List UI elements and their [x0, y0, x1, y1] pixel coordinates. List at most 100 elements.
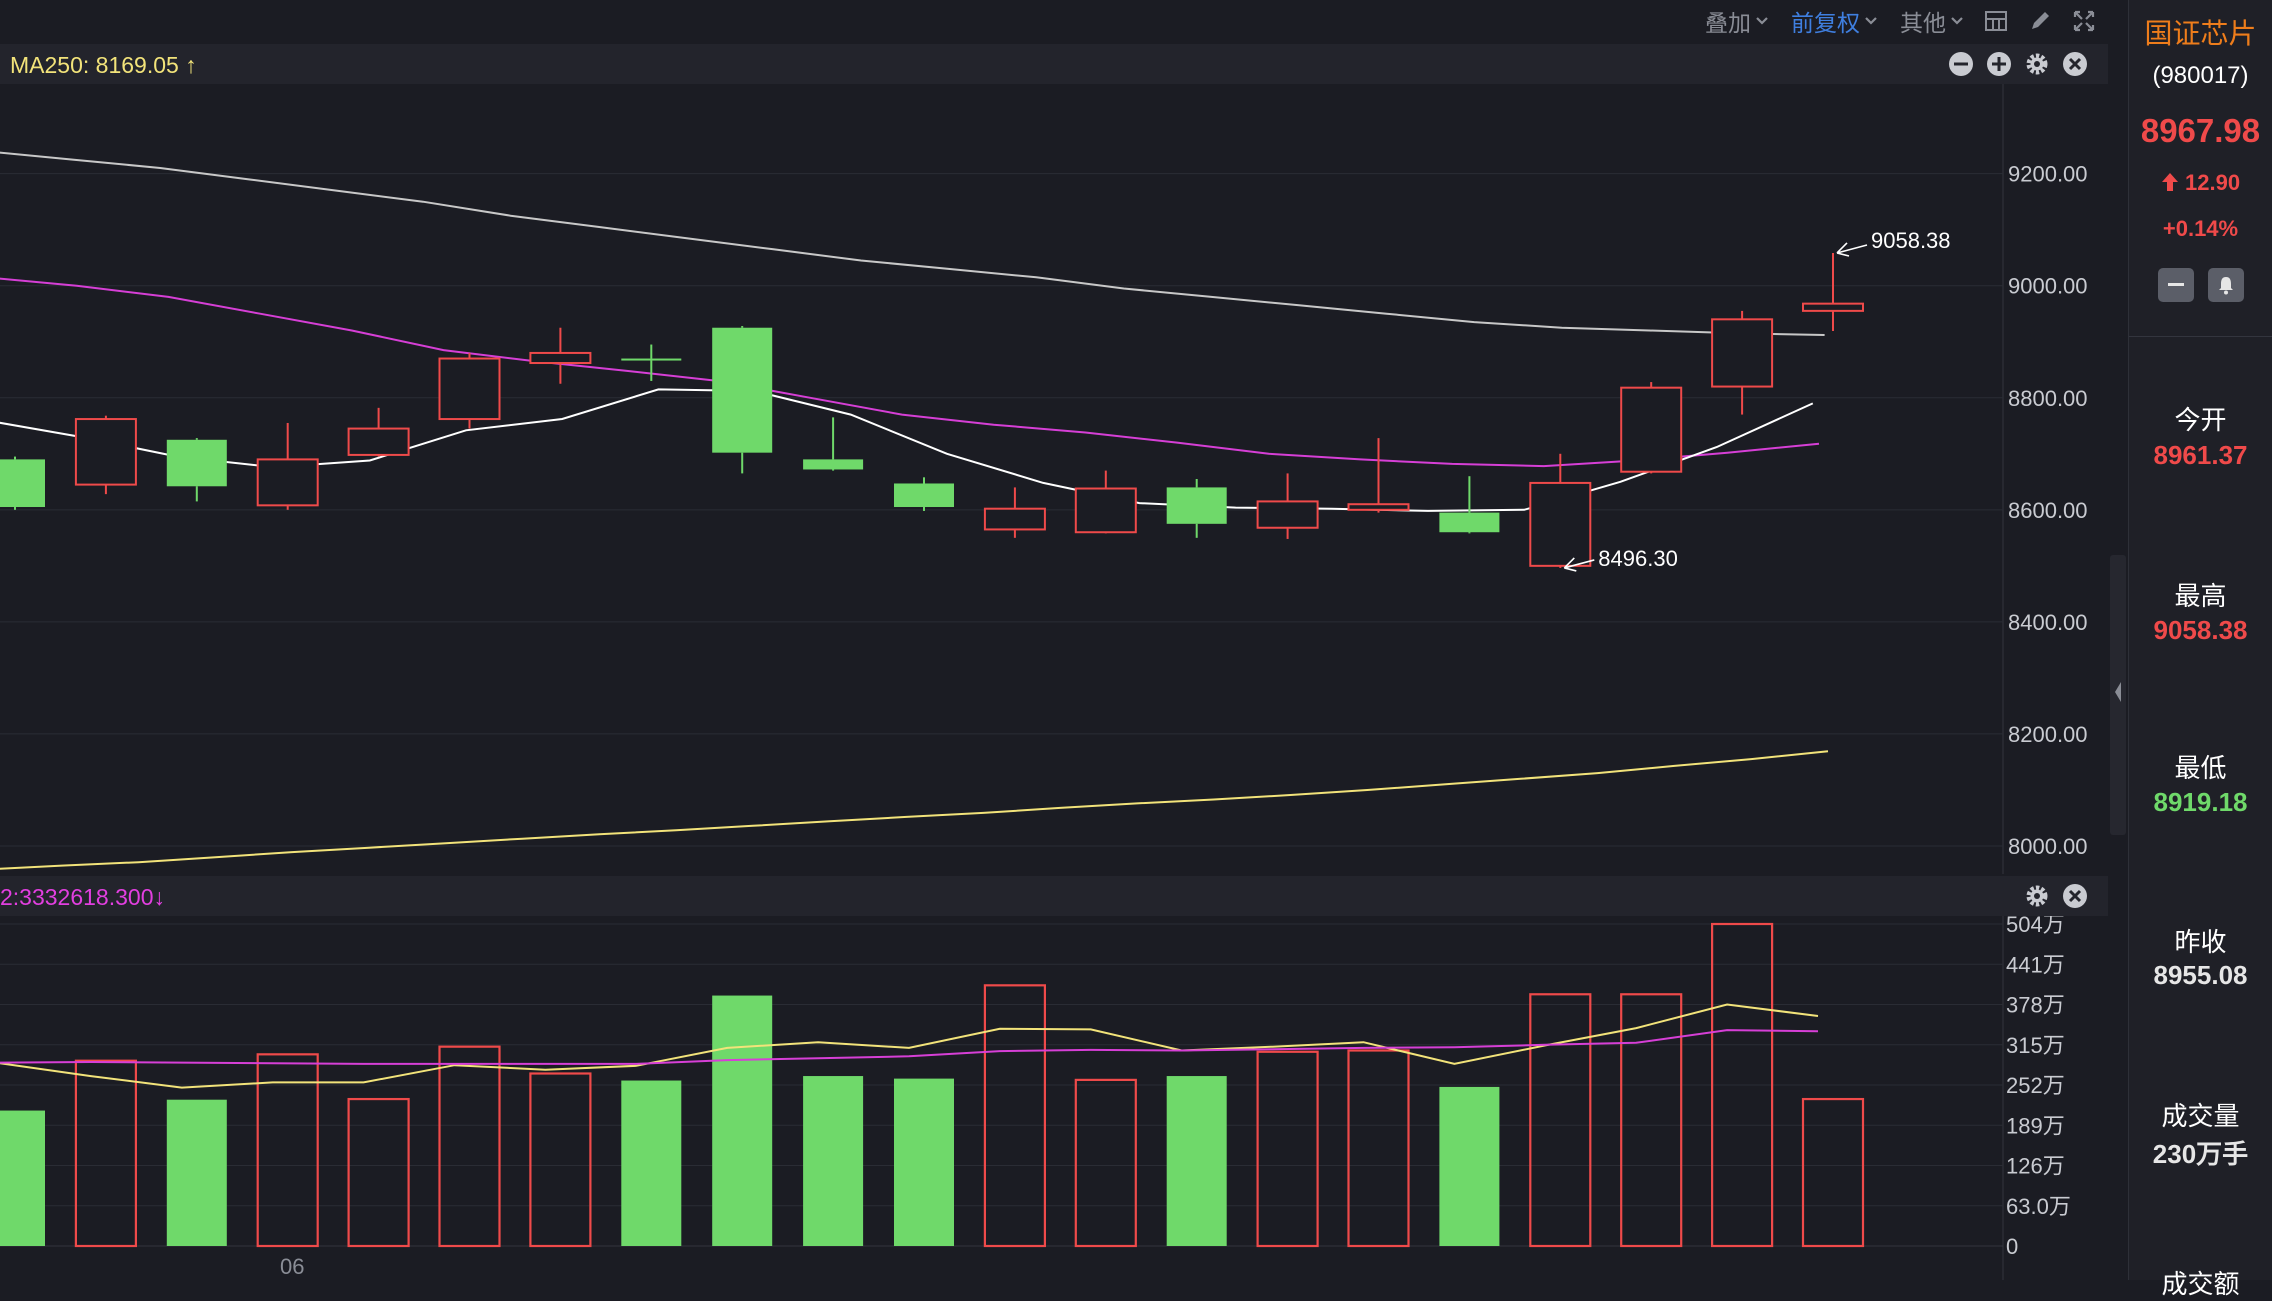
candle-body-up: [1347, 503, 1410, 511]
overlay-label: 叠加: [1705, 10, 1751, 36]
volume-bar-down: [894, 1078, 954, 1246]
volume-bar-down: [166, 1099, 227, 1246]
date-axis-label: 06: [280, 1254, 304, 1279]
candle-body-down: [803, 459, 864, 470]
volume-tick-label: 0: [2006, 1234, 2018, 1259]
volume-bar-down: [1166, 1076, 1227, 1246]
layout-grid-icon[interactable]: [1984, 9, 2008, 33]
volume-tick-label: 504万: [2006, 916, 2065, 937]
minus-icon: [2167, 283, 2184, 286]
price-tick-label: 9000.00: [2008, 274, 2088, 299]
candle-body-up: [74, 418, 137, 486]
stat-label-open: 今开: [2174, 405, 2227, 435]
chevron-left-icon[interactable]: [2113, 680, 2123, 704]
chart-main-area: 叠加 前复权 其他 MA250: 8169.05 ↑ 9200.00 9000.…: [0, 0, 2108, 1280]
close-icon[interactable]: [2062, 883, 2088, 909]
candle-body-up: [1802, 302, 1864, 312]
stat-label-volume: 成交量: [2161, 1101, 2240, 1131]
price-tick-label: 8600.00: [2008, 498, 2088, 523]
ma250-label: MA250: 8169.05 ↑: [10, 52, 197, 78]
stat-label-prev-close: 昨收: [2174, 927, 2227, 957]
stat-value-high: 9058.38: [2153, 615, 2248, 645]
gear-icon[interactable]: [2024, 883, 2050, 909]
stat-value-low: 8919.18: [2153, 787, 2248, 817]
bell-icon: [2218, 277, 2233, 295]
overlay-dropdown[interactable]: 叠加: [1705, 4, 1769, 38]
volume-tick-label: 378万: [2006, 993, 2065, 1018]
price-tick-label: 8400.00: [2008, 610, 2088, 635]
fullscreen-icon[interactable]: [2072, 9, 2096, 33]
candle-body-down: [894, 483, 954, 508]
arrow-up-icon: [2161, 173, 2178, 191]
candle-body-up: [529, 351, 592, 365]
volume-panel-controls: [2024, 883, 2088, 909]
candle-body-up: [1256, 500, 1319, 529]
volume-plot-bg: [0, 916, 2108, 1280]
index-name: 国证芯片: [2144, 18, 2257, 49]
price-tick-label: 8200.00: [2008, 722, 2088, 747]
quote-panel: 国证芯片 (980017) 8967.98 12.90 +0.14% 今开 89…: [2128, 0, 2272, 1299]
volume-tick-label: 315万: [2006, 1033, 2065, 1058]
candle-body-up: [256, 458, 319, 507]
volume-ma-label: 2:3332618.300↓: [0, 884, 165, 910]
quote-divider: [2129, 336, 2272, 337]
volume-tick-label: 252万: [2006, 1073, 2065, 1098]
other-label: 其他: [1900, 10, 1946, 36]
index-code: (980017): [2152, 62, 2249, 89]
volume-bar-down: [803, 1076, 864, 1246]
chart-toolbar: 叠加 前复权 其他: [0, 0, 2108, 42]
chevron-down-icon: [1865, 17, 1877, 25]
price-change-value: 12.90: [2185, 170, 2241, 195]
volume-bar-down: [712, 995, 773, 1246]
stat-value-prev-close: 8955.08: [2153, 960, 2248, 990]
pencil-draw-icon[interactable]: [2028, 9, 2052, 33]
stat-label-low: 最低: [2174, 753, 2227, 783]
volume-bar-down: [0, 1110, 45, 1246]
adjust-dropdown[interactable]: 前复权: [1791, 4, 1878, 38]
candle-body-down: [621, 358, 682, 361]
stat-value-volume: 230万手: [2152, 1139, 2249, 1169]
other-dropdown[interactable]: 其他: [1900, 4, 1964, 38]
candle-body-down: [1439, 512, 1500, 533]
volume-tick-label: 63.0万: [2006, 1194, 2071, 1219]
quote-actions: [2129, 268, 2272, 302]
stat-value-open: 8961.37: [2153, 440, 2248, 470]
candle-body-up: [347, 427, 410, 456]
low-annotation-label: 8496.30: [1598, 546, 1678, 571]
close-icon[interactable]: [2062, 51, 2088, 77]
remove-watch-button[interactable]: [2157, 268, 2194, 302]
zoom-out-icon[interactable]: [1948, 51, 1974, 77]
alert-button[interactable]: [2207, 268, 2244, 302]
volume-bar-down: [1439, 1086, 1500, 1246]
price-tick-label: 8800.00: [2008, 386, 2088, 411]
high-annotation-label: 9058.38: [1871, 228, 1951, 253]
volume-panel-header: 2:3332618.300↓: [0, 876, 2108, 916]
adjust-label: 前复权: [1791, 10, 1860, 36]
candle-body-up: [1620, 386, 1683, 473]
current-price: 8967.98: [2140, 112, 2261, 149]
gear-icon[interactable]: [2024, 51, 2050, 77]
stat-label-turnover: 成交额: [2161, 1269, 2240, 1299]
price-panel-controls: [1948, 51, 2088, 77]
candle-body-down: [1166, 487, 1227, 524]
chevron-down-icon: [1951, 17, 1963, 25]
candle-body-down: [166, 439, 227, 487]
price-chart[interactable]: 9200.00 9000.00 8800.00 8600.00 8400.00 8200.…: [0, 84, 2108, 874]
zoom-in-icon[interactable]: [1986, 51, 2012, 77]
candle-body-up: [1711, 318, 1774, 388]
price-panel-header: MA250: 8169.05 ↑: [0, 44, 2108, 84]
volume-bar-down: [621, 1080, 682, 1246]
chevron-down-icon: [1756, 17, 1768, 25]
candle-body-up: [1529, 481, 1592, 567]
volume-tick-label: 126万: [2006, 1154, 2065, 1179]
candle-body-down: [0, 459, 45, 508]
stat-label-high: 最高: [2174, 581, 2227, 611]
price-change: 12.90: [2129, 170, 2272, 196]
price-tick-label: 8000.00: [2008, 834, 2088, 859]
candle-body-down: [712, 327, 773, 453]
volume-tick-label: 441万: [2006, 952, 2065, 977]
stock-chart-app: 叠加 前复权 其他 MA250: 8169.05 ↑ 9200.00 9000.…: [0, 0, 2272, 1299]
candle-body-up: [983, 507, 1046, 531]
volume-chart[interactable]: 504万 441万 378万 315万 252万 189万 126万 63.0万 0 06: [0, 916, 2108, 1280]
candle-body-up: [438, 357, 501, 421]
